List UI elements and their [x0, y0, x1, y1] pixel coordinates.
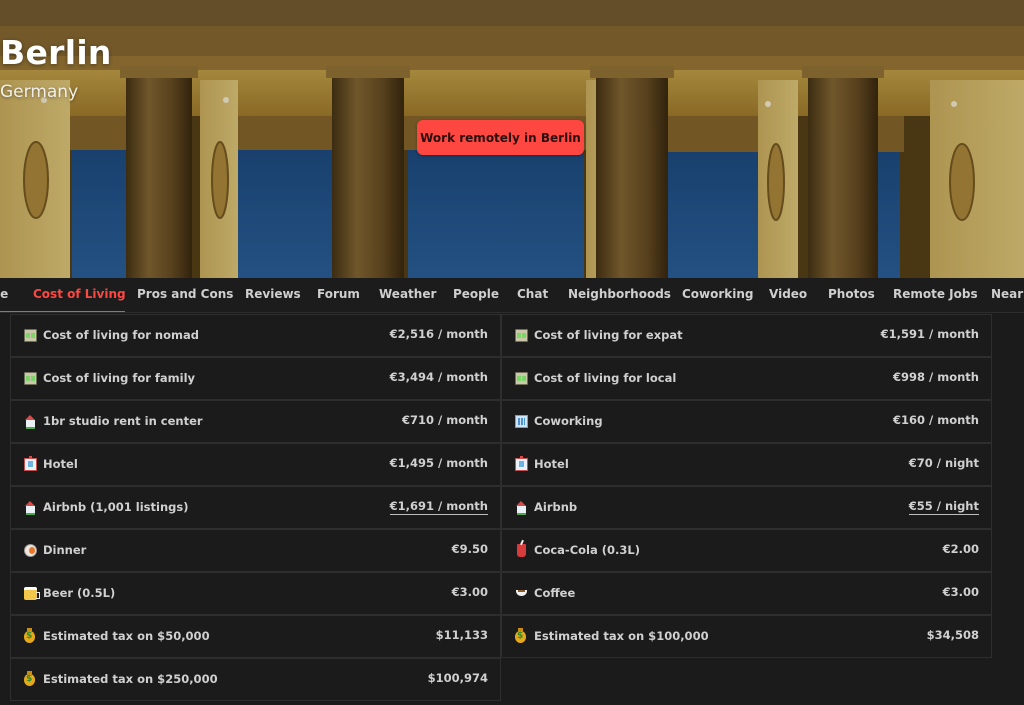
tab-guide[interactable]: le — [0, 278, 8, 312]
cost-row-value: $100,974 — [427, 671, 488, 685]
cost-row-label: Coffee — [534, 586, 576, 600]
tab-pros-and-cons[interactable]: Pros and Cons — [137, 278, 233, 312]
cost-row: Hotel €70 / night — [501, 443, 992, 486]
cost-row-label: Hotel — [43, 457, 78, 471]
cost-row-label: Airbnb (1,001 listings) — [43, 500, 189, 514]
cost-row-value: €160 / month — [893, 413, 979, 427]
cost-row-value: €1,591 / month — [880, 327, 979, 341]
tab-weather[interactable]: Weather — [379, 278, 436, 312]
cost-row-label: Airbnb — [534, 500, 578, 514]
cost-row: Cost of living for nomad €2,516 / month — [10, 314, 501, 357]
cost-row: Beer (0.5L) €3.00 — [10, 572, 501, 615]
cost-row: Cost of living for local €998 / month — [501, 357, 992, 400]
cost-row-label: Cost of living for family — [43, 371, 196, 385]
tab-video[interactable]: Video — [769, 278, 807, 312]
cost-row-label: 1br studio rent in center — [43, 414, 203, 428]
tab-neighborhoods[interactable]: Neighborhoods — [568, 278, 671, 312]
cost-row-label: Beer (0.5L) — [43, 586, 116, 600]
hero-banner: Berlin Germany Work remotely in Berlin — [0, 0, 1024, 278]
moneybag-icon — [515, 628, 526, 643]
cost-row-value: €70 / night — [908, 456, 979, 470]
dinner-icon — [24, 544, 37, 557]
cost-row-label: Estimated tax on $50,000 — [43, 629, 210, 643]
cost-row-label: Cost of living for expat — [534, 328, 683, 342]
cost-row: Estimated tax on $250,000 $100,974 — [10, 658, 501, 701]
cost-row-value: €9.50 — [451, 542, 488, 556]
cost-row-label: Dinner — [43, 543, 87, 557]
city-tab-bar: le Cost of Living Pros and Cons Reviews … — [0, 278, 1024, 313]
house-icon — [24, 501, 37, 515]
city-title: Berlin — [0, 33, 112, 72]
work-remotely-button[interactable]: Work remotely in Berlin — [417, 120, 584, 155]
house-icon — [24, 415, 37, 429]
cost-row: Airbnb (1,001 listings) €1,691 / month — [10, 486, 501, 529]
cost-row: Cost of living for expat €1,591 / month — [501, 314, 992, 357]
cost-row-value: €3.00 — [942, 585, 979, 599]
cost-row-label: Estimated tax on $250,000 — [43, 672, 218, 686]
tab-people[interactable]: People — [453, 278, 499, 312]
cola-icon — [517, 544, 526, 557]
money-icon — [24, 329, 37, 342]
cost-row-value: €998 / month — [893, 370, 979, 384]
cost-row: Hotel €1,495 / month — [10, 443, 501, 486]
house-icon — [515, 501, 528, 515]
tab-reviews[interactable]: Reviews — [245, 278, 301, 312]
tab-forum[interactable]: Forum — [317, 278, 360, 312]
office-icon — [515, 415, 528, 428]
tab-photos[interactable]: Photos — [828, 278, 875, 312]
cost-row: Dinner €9.50 — [10, 529, 501, 572]
cost-row-label: Estimated tax on $100,000 — [534, 629, 709, 643]
cost-row-value-link[interactable]: €1,691 / month — [389, 499, 488, 515]
tab-remote-jobs[interactable]: Remote Jobs — [893, 278, 978, 312]
active-tab-indicator — [0, 311, 125, 312]
hotel-icon — [24, 456, 37, 471]
cost-row-label: Hotel — [534, 457, 569, 471]
cost-row-value: €3,494 / month — [389, 370, 488, 384]
tab-near[interactable]: Near — [991, 278, 1023, 312]
tab-coworking[interactable]: Coworking — [682, 278, 754, 312]
cost-row-label: Coca-Cola (0.3L) — [534, 543, 640, 557]
money-icon — [24, 372, 37, 385]
hotel-icon — [515, 456, 528, 471]
cost-row-value: $34,508 — [926, 628, 979, 642]
cost-row-value: €1,495 / month — [389, 456, 488, 470]
cost-row: Airbnb €55 / night — [501, 486, 992, 529]
cost-row: Coca-Cola (0.3L) €2.00 — [501, 529, 992, 572]
beer-icon — [24, 587, 40, 600]
cost-row-label: Cost of living for local — [534, 371, 677, 385]
money-icon — [515, 372, 528, 385]
cost-row-label: Cost of living for nomad — [43, 328, 199, 342]
moneybag-icon — [24, 671, 35, 686]
cost-row-value: €710 / month — [402, 413, 488, 427]
cost-row-value: €2,516 / month — [389, 327, 488, 341]
money-icon — [515, 329, 528, 342]
cost-row: Cost of living for family €3,494 / month — [10, 357, 501, 400]
cost-row: Coworking €160 / month — [501, 400, 992, 443]
cost-row: Coffee €3.00 — [501, 572, 992, 615]
country-subtitle: Germany — [0, 82, 79, 102]
cost-row-value: €2.00 — [942, 542, 979, 556]
cost-row-label: Coworking — [534, 414, 603, 428]
cost-row-value-link[interactable]: €55 / night — [908, 499, 979, 515]
cost-row: 1br studio rent in center €710 / month — [10, 400, 501, 443]
tab-chat[interactable]: Chat — [517, 278, 548, 312]
cost-row-value: $11,133 — [435, 628, 488, 642]
moneybag-icon — [24, 628, 35, 643]
cost-row-value: €3.00 — [451, 585, 488, 599]
coffee-icon — [515, 587, 528, 600]
cost-row: Estimated tax on $100,000 $34,508 — [501, 615, 992, 658]
cost-row: Estimated tax on $50,000 $11,133 — [10, 615, 501, 658]
tab-cost-of-living[interactable]: Cost of Living — [33, 278, 126, 312]
